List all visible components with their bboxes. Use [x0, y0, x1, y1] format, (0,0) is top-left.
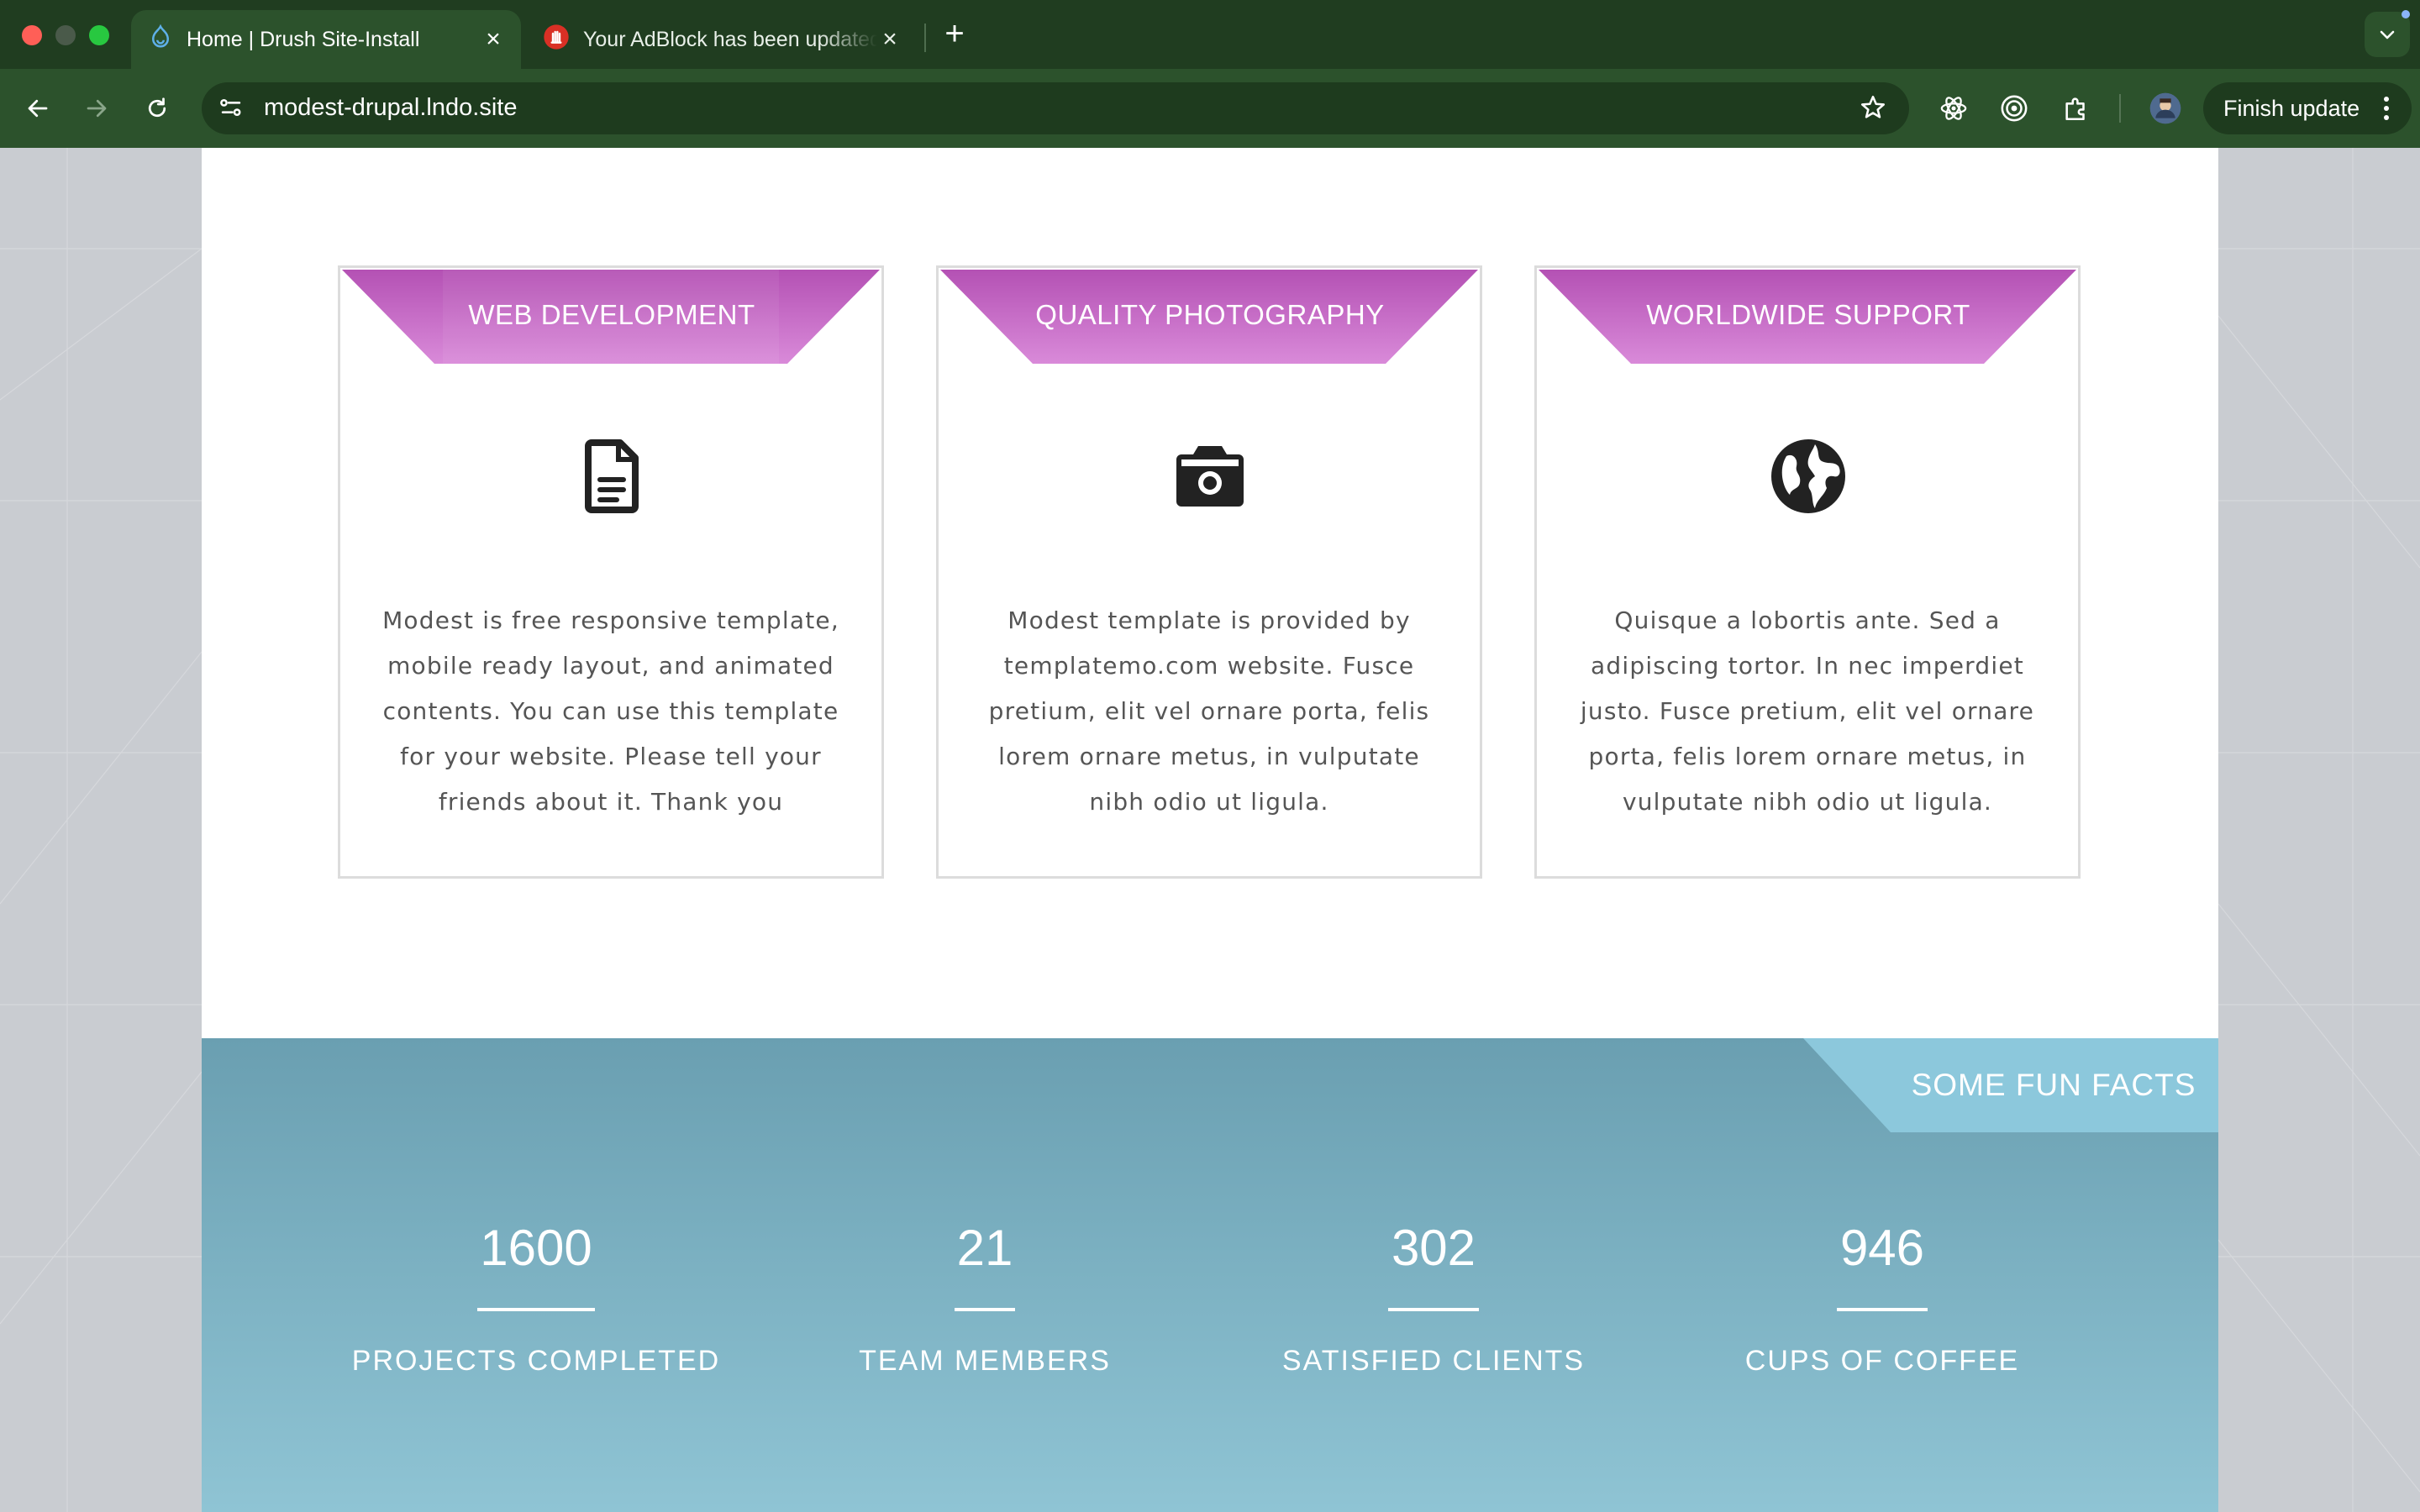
arrow-left-icon: [28, 99, 48, 118]
finish-update-button[interactable]: Finish update: [2203, 82, 2412, 134]
service-description: Quisque a lobortis ante. Sed a adipiscin…: [1580, 606, 2035, 816]
fun-facts-section: SOME FUN FACTS 1600 PROJECTS COMPLETED 2…: [202, 1038, 2218, 1512]
tab-search-button[interactable]: [2365, 12, 2410, 57]
fact-projects-completed: 1600 PROJECTS COMPLETED: [318, 1219, 755, 1378]
camera-icon: [1176, 446, 1244, 507]
service-title: WORLDWIDE SUPPORT: [1646, 299, 1970, 330]
fact-value: 946: [1839, 1220, 1925, 1276]
service-card-worldwide-support: WORLDWIDE SUPPORT Quisque a lobortis ant…: [1534, 265, 2081, 879]
close-tab-icon[interactable]: ×: [481, 25, 506, 54]
fact-label: TEAM MEMBERS: [859, 1345, 1111, 1377]
fact-label: SATISFIED CLIENTS: [1281, 1345, 1586, 1377]
browser-tab-strip: Home | Drush Site-Install × Your AdBlock…: [0, 0, 2420, 69]
fact-divider: [955, 1308, 1015, 1311]
fact-value: 21: [956, 1220, 1013, 1276]
more-menu-icon: [2384, 97, 2389, 120]
address-bar[interactable]: modest-drupal.lndo.site: [202, 82, 1909, 134]
atom-icon: [1940, 97, 1967, 120]
finish-update-label: Finish update: [2223, 95, 2360, 121]
star-icon[interactable]: [1859, 93, 1887, 126]
chevron-down-icon: [2380, 30, 2395, 39]
avatar-icon: [2149, 92, 2181, 124]
extensions-button[interactable]: [2055, 87, 2097, 129]
fact-label: CUPS OF COFFEE: [1744, 1345, 2020, 1377]
globe-icon: [1771, 439, 1845, 513]
react-devtools-extension[interactable]: [1933, 87, 1975, 129]
service-description: Modest template is provided by templatem…: [988, 606, 1430, 816]
fact-divider: [1837, 1308, 1928, 1311]
fact-value: 302: [1391, 1220, 1476, 1276]
tab-divider: [924, 24, 926, 52]
fact-label: PROJECTS COMPLETED: [351, 1345, 721, 1377]
url-text: modest-drupal.lndo.site: [264, 94, 518, 121]
tab-home[interactable]: Home | Drush Site-Install ×: [131, 10, 521, 69]
main-content: WEB DEVELOPMENT Modest is free responsiv…: [202, 148, 2218, 1512]
forward-button[interactable]: [76, 87, 118, 129]
notification-dot: [2402, 10, 2410, 18]
puzzle-icon: [2065, 97, 2085, 121]
zoom-window-button[interactable]: [89, 25, 109, 45]
fun-facts-heading: SOME FUN FACTS: [1911, 1068, 2196, 1102]
fact-value: 1600: [480, 1220, 592, 1276]
browser-toolbar: modest-drupal.lndo.site Finish update: [0, 69, 2420, 148]
adblock-icon: [543, 24, 570, 56]
close-tab-icon[interactable]: ×: [877, 25, 902, 54]
toolbar-divider: [2119, 94, 2121, 123]
service-title: QUALITY PHOTOGRAPHY: [1035, 299, 1385, 330]
fact-divider: [1388, 1308, 1479, 1311]
reload-icon: [148, 97, 166, 118]
profile-avatar[interactable]: [2144, 87, 2186, 129]
minimize-window-button[interactable]: [55, 25, 76, 45]
fact-divider: [477, 1308, 595, 1311]
tab-adblock[interactable]: Your AdBlock has been updated ×: [531, 10, 918, 69]
tab-title: Home | Drush Site-Install: [187, 27, 420, 51]
back-button[interactable]: [17, 87, 59, 129]
fact-team-members: 21 TEAM MEMBERS: [766, 1219, 1203, 1378]
page-viewport: WEB DEVELOPMENT Modest is free responsiv…: [0, 148, 2420, 1512]
tab-title: Your AdBlock has been updated: [583, 27, 877, 51]
site-settings-icon[interactable]: [217, 93, 245, 126]
service-description: Modest is free responsive template, mobi…: [382, 606, 839, 816]
fact-cups-of-coffee: 946 CUPS OF COFFEE: [1664, 1219, 2101, 1378]
new-tab-button[interactable]: +: [939, 13, 970, 54]
service-card-web-development: WEB DEVELOPMENT Modest is free responsiv…: [338, 265, 884, 879]
document-icon: [585, 439, 639, 513]
reload-button[interactable]: [136, 87, 178, 129]
drupal-icon: [148, 24, 173, 55]
service-card-quality-photography: QUALITY PHOTOGRAPHY Modest template is p…: [936, 265, 1482, 879]
close-window-button[interactable]: [22, 25, 42, 45]
fact-satisfied-clients: 302 SATISFIED CLIENTS: [1215, 1219, 1652, 1378]
target-icon: [2001, 95, 2028, 122]
service-title: WEB DEVELOPMENT: [468, 299, 755, 330]
arrow-right-icon: [87, 99, 107, 118]
target-extension[interactable]: [1993, 87, 2035, 129]
